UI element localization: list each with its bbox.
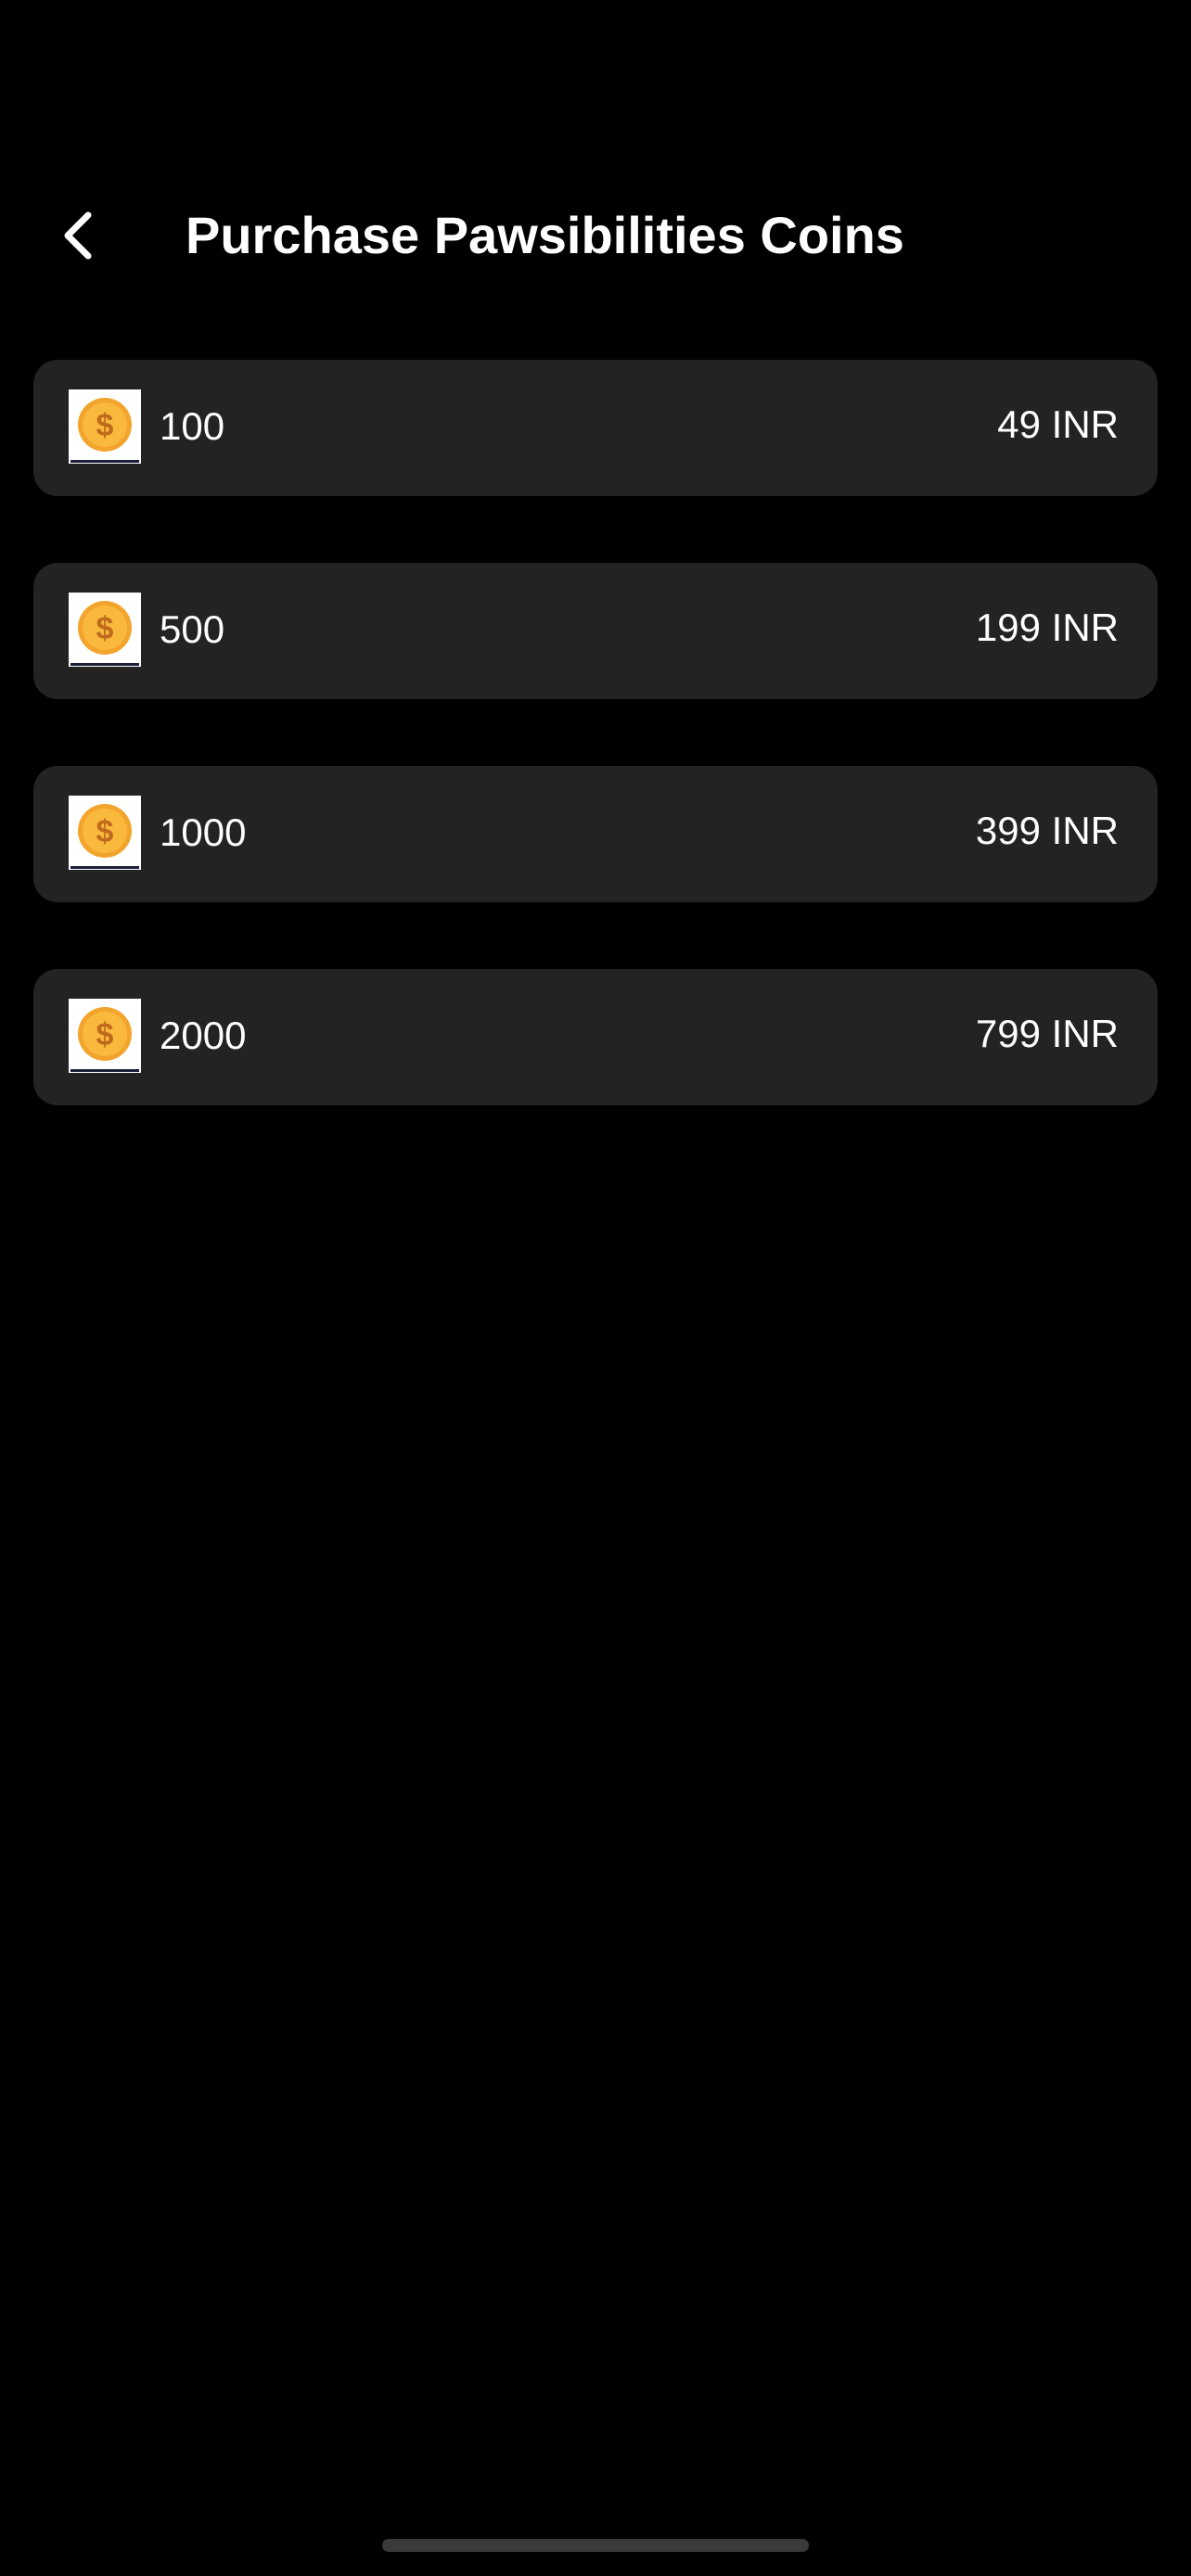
home-indicator[interactable] <box>382 2539 809 2552</box>
page-title: Purchase Pawsibilities Coins <box>186 206 904 264</box>
coin-price: 799 INR <box>975 1012 1119 1055</box>
coin-package-row[interactable]: $ 1000 399 INR <box>33 766 1158 902</box>
svg-text:$: $ <box>96 814 114 849</box>
header-bar: Purchase Pawsibilities Coins <box>0 185 1191 287</box>
coin-price: 399 INR <box>975 809 1119 852</box>
coin-amount: 2000 <box>160 1014 247 1057</box>
coin-dollar-icon: $ <box>69 796 141 870</box>
coin-package-row[interactable]: $ 500 199 INR <box>33 563 1158 699</box>
back-button[interactable] <box>48 200 108 271</box>
svg-text:$: $ <box>96 408 114 443</box>
chevron-left-icon <box>64 211 92 260</box>
coin-price: 199 INR <box>975 606 1119 649</box>
coin-dollar-icon: $ <box>69 999 141 1073</box>
coin-package-row[interactable]: $ 2000 799 INR <box>33 969 1158 1105</box>
coin-price: 49 INR <box>997 402 1119 446</box>
coin-package-row[interactable]: $ 100 49 INR <box>33 360 1158 496</box>
svg-text:$: $ <box>96 611 114 646</box>
coin-amount: 100 <box>160 404 225 448</box>
coin-amount: 1000 <box>160 810 247 854</box>
svg-text:$: $ <box>96 1017 114 1052</box>
coin-package-list: $ 100 49 INR $ 500 199 INR $ 1000 399 IN… <box>33 360 1158 1172</box>
coin-amount: 500 <box>160 607 225 651</box>
coin-dollar-icon: $ <box>69 593 141 667</box>
coin-dollar-icon: $ <box>69 389 141 464</box>
